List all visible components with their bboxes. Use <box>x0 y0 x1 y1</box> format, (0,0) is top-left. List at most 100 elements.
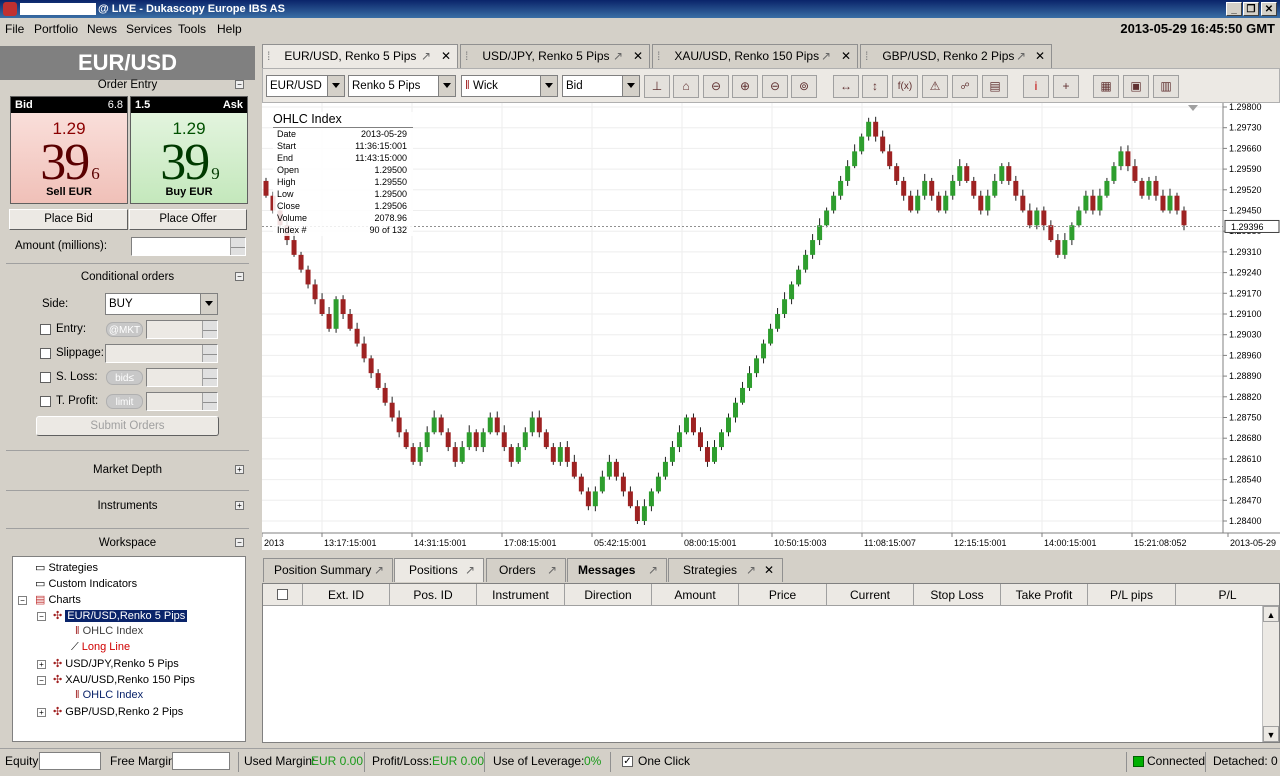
scroll-marker-icon[interactable] <box>1188 105 1198 111</box>
select-all-header[interactable] <box>263 584 303 606</box>
close-icon[interactable]: ✕ <box>441 45 451 67</box>
submit-orders-button[interactable]: Submit Orders <box>36 416 219 436</box>
expand-icon[interactable]: + <box>37 660 46 669</box>
tab-orders[interactable]: Orders ↗ <box>486 558 566 582</box>
entry-mkt-button[interactable]: @MKT <box>106 322 143 337</box>
tree-ohlc-index-2[interactable]: ‖ OHLC Index <box>75 689 143 701</box>
chevron-down-icon[interactable] <box>438 76 455 96</box>
chevron-down-icon[interactable] <box>200 294 217 314</box>
entry-checkbox[interactable] <box>40 324 51 335</box>
slippage-spinner[interactable] <box>202 345 217 362</box>
expand-icon[interactable]: + <box>235 465 244 474</box>
close-icon[interactable]: ✕ <box>1035 45 1045 67</box>
workspace-header[interactable]: Workspace − <box>6 537 249 549</box>
tree-usdjpy-chart[interactable]: ✣ USD/JPY,Renko 5 Pips <box>53 657 179 670</box>
slippage-checkbox[interactable] <box>40 348 51 359</box>
chart-area[interactable]: 1.29800 1.29730 1.29660 1.29590 1.29520 1.294… <box>261 102 1280 550</box>
col-ext-id[interactable]: Ext. ID <box>303 584 390 606</box>
tab-xauusd[interactable]: ⁞ XAU/USD, Renko 150 Pips ↗ ✕ <box>652 44 858 68</box>
amount-spinner[interactable] <box>230 238 245 255</box>
collapse-icon[interactable]: − <box>18 596 27 605</box>
select-all-checkbox[interactable] <box>277 589 288 600</box>
scroll-up-icon[interactable]: ▲ <box>1263 606 1279 622</box>
tab-strategies[interactable]: Strategies ↗ ✕ <box>668 558 783 582</box>
col-take-profit[interactable]: Take Profit <box>1001 584 1088 606</box>
drawing-icon[interactable]: ⚠ <box>922 75 948 98</box>
market-depth-header[interactable]: Market Depth + <box>6 464 249 476</box>
instrument-select[interactable]: EUR/USD <box>266 75 345 97</box>
entry-spinner[interactable] <box>202 321 217 338</box>
stop-loss-input[interactable] <box>146 368 218 387</box>
collapse-icon[interactable]: − <box>235 80 244 89</box>
vertical-scrollbar[interactable]: ▲ ▼ <box>1262 606 1279 742</box>
entry-price-input[interactable] <box>146 320 218 339</box>
horizontal-scale-icon[interactable]: ↔ <box>833 75 859 98</box>
tab-gbpusd[interactable]: ⁞ GBP/USD, Renko 2 Pips ↗ ✕ <box>860 44 1052 68</box>
place-offer-button[interactable]: Place Offer <box>129 209 247 230</box>
tab-positions[interactable]: Positions ↗ <box>394 558 484 582</box>
take-profit-input[interactable] <box>146 392 218 411</box>
info-icon[interactable]: i <box>1023 75 1049 98</box>
tree-xauusd-chart[interactable]: ✣ XAU/USD,Renko 150 Pips <box>53 673 195 686</box>
offer-side-select[interactable]: Bid <box>562 75 640 97</box>
col-current[interactable]: Current <box>827 584 914 606</box>
ask-quote-button[interactable]: 1.5 Ask 1.29 39 9 Buy EUR <box>130 96 248 204</box>
undock-icon[interactable]: ↗ <box>613 45 623 67</box>
restore-button[interactable]: ❐ <box>1243 2 1259 16</box>
undock-icon[interactable]: ↗ <box>821 45 831 67</box>
take-profit-checkbox[interactable] <box>40 396 51 407</box>
undock-icon[interactable]: ↗ <box>746 559 756 581</box>
undock-icon[interactable]: ↗ <box>547 559 557 581</box>
scroll-down-icon[interactable]: ▼ <box>1263 726 1279 742</box>
one-click-checkbox[interactable]: ✓ <box>622 756 633 767</box>
tree-custom-indicators[interactable]: ▭ Custom Indicators <box>35 577 137 590</box>
tprofit-spinner[interactable] <box>202 393 217 410</box>
col-instrument[interactable]: Instrument <box>477 584 565 606</box>
tree-eurusd-chart[interactable]: ✣ EUR/USD,Renko 5 Pips <box>53 609 188 622</box>
conditional-orders-header[interactable]: Conditional orders − <box>6 271 249 283</box>
grid-icon[interactable]: ▦ <box>1093 75 1119 98</box>
menu-news[interactable]: News <box>87 22 117 36</box>
undock-icon[interactable]: ↗ <box>374 559 384 581</box>
col-direction[interactable]: Direction <box>565 584 652 606</box>
place-bid-button[interactable]: Place Bid <box>9 209 128 230</box>
tree-long-line[interactable]: ⟋ Long Line <box>71 641 130 654</box>
undock-icon[interactable]: ↗ <box>648 559 658 581</box>
zoom-reset-icon[interactable]: ⊚ <box>791 75 817 98</box>
tree-charts[interactable]: ▤ Charts <box>35 593 81 606</box>
collapse-icon[interactable]: − <box>37 676 46 685</box>
tab-position-summary[interactable]: Position Summary ↗ <box>263 558 393 582</box>
collapse-icon[interactable]: − <box>235 272 244 281</box>
vertical-scale-icon[interactable]: ↕ <box>862 75 888 98</box>
menu-portfolio[interactable]: Portfolio <box>34 22 78 36</box>
expand-icon[interactable]: + <box>235 501 244 510</box>
function-icon[interactable]: f(x) <box>892 75 918 98</box>
side-select[interactable]: BUY <box>105 293 218 315</box>
col-price[interactable]: Price <box>739 584 827 606</box>
close-icon[interactable]: ✕ <box>841 45 851 67</box>
tree-ohlc-index-1[interactable]: ‖ OHLC Index <box>75 625 143 637</box>
chart-style-select[interactable]: ‖ Wick <box>461 75 558 97</box>
col-stop-loss[interactable]: Stop Loss <box>914 584 1001 606</box>
tree-strategies[interactable]: ▭ Strategies <box>35 561 98 574</box>
save-icon[interactable]: ▣ <box>1123 75 1149 98</box>
menu-tools[interactable]: Tools <box>178 22 206 36</box>
zoom-fit-icon[interactable]: ⊖ <box>703 75 729 98</box>
sloss-spinner[interactable] <box>202 369 217 386</box>
amount-input[interactable] <box>131 237 246 256</box>
stop-loss-bid-button[interactable]: bid≤ <box>106 370 143 385</box>
take-profit-limit-button[interactable]: limit <box>106 394 143 409</box>
menu-services[interactable]: Services <box>126 22 172 36</box>
undock-icon[interactable]: ↗ <box>421 45 431 67</box>
stop-loss-checkbox[interactable] <box>40 372 51 383</box>
chevron-down-icon[interactable] <box>540 76 557 96</box>
order-entry-header[interactable]: Order Entry − <box>6 79 249 91</box>
slippage-input[interactable] <box>105 344 218 363</box>
lock-icon[interactable]: ⌂ <box>673 75 699 98</box>
menu-help[interactable]: Help <box>217 22 242 36</box>
instruments-header[interactable]: Instruments + <box>6 500 249 512</box>
col-pl[interactable]: P/L <box>1176 584 1279 606</box>
expand-icon[interactable]: + <box>37 708 46 717</box>
renko-chart[interactable]: 1.29800 1.29730 1.29660 1.29590 1.29520 1.294… <box>261 102 1280 550</box>
tab-messages[interactable]: Messages ↗ <box>567 558 667 582</box>
